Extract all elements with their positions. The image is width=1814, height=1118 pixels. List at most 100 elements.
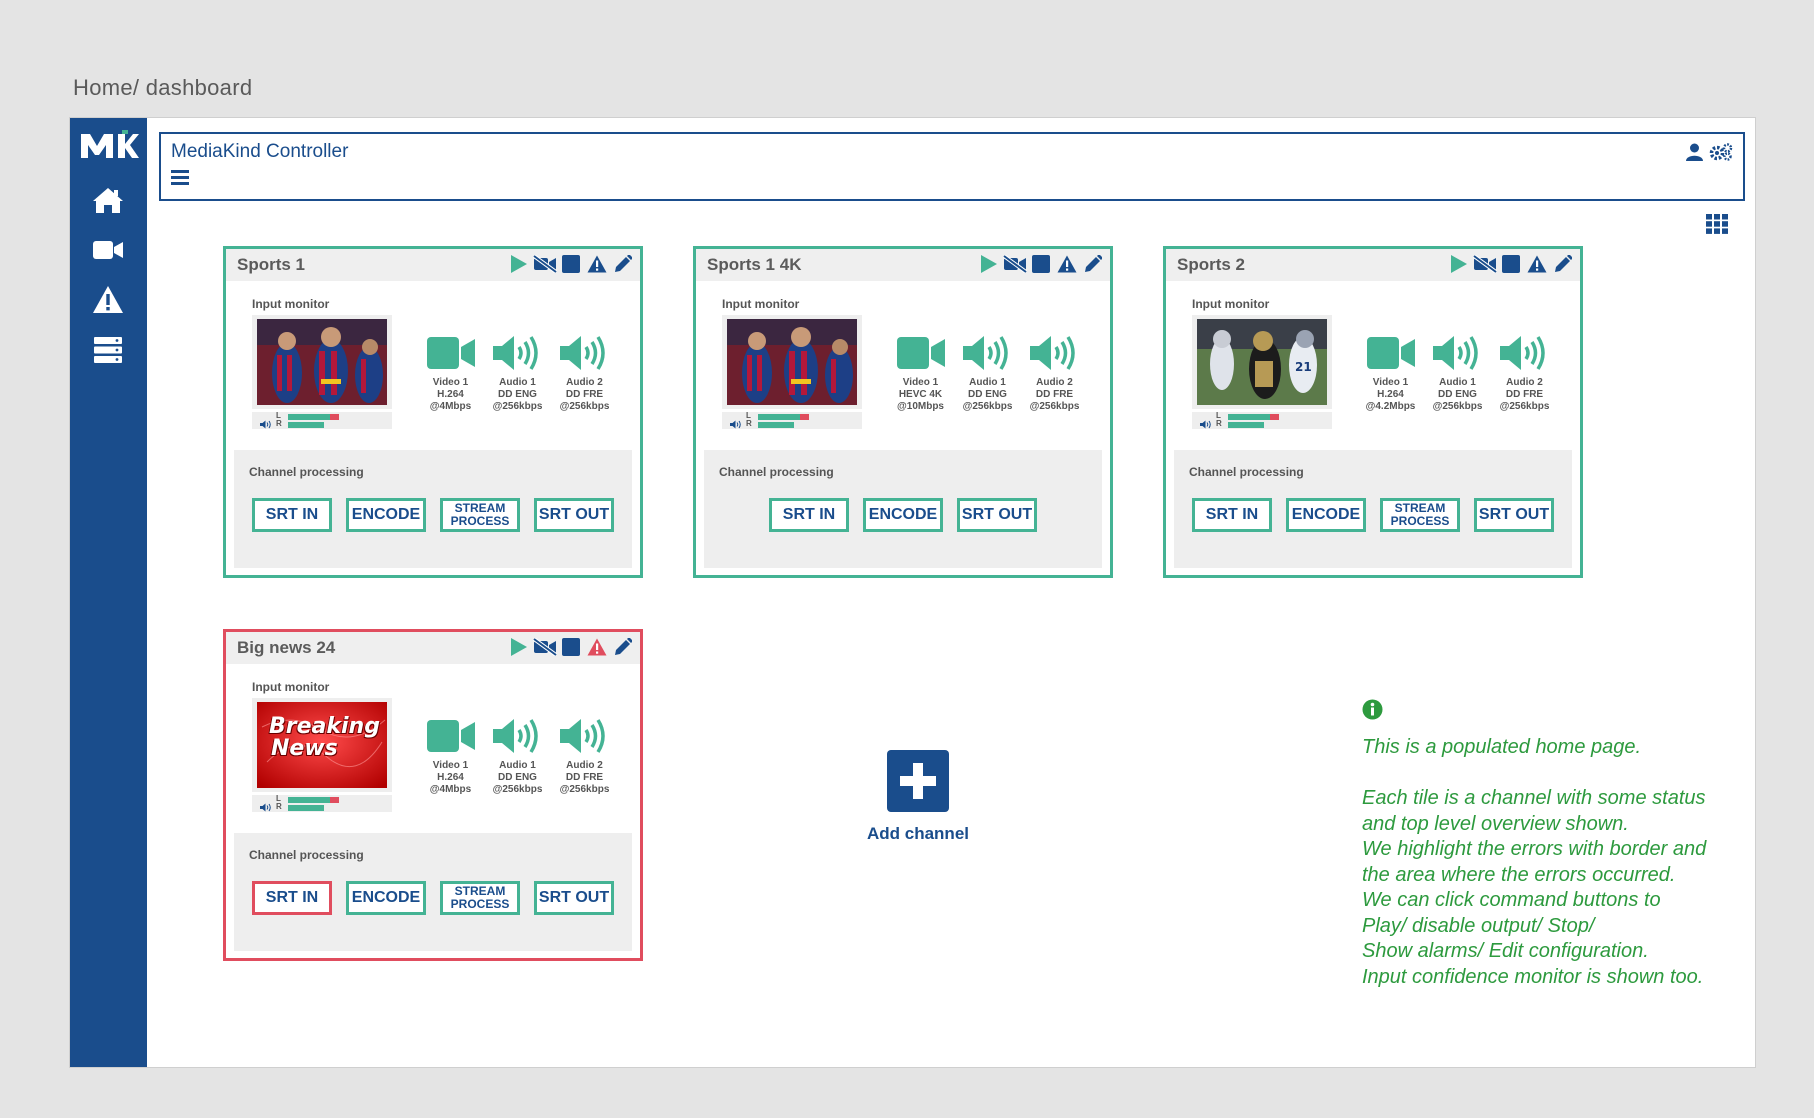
processing-step-srt-in[interactable]: SRT IN	[1192, 498, 1272, 532]
nav-video[interactable]	[88, 230, 128, 270]
processing-step-encode[interactable]: ENCODE	[346, 881, 426, 915]
play-icon	[510, 637, 528, 657]
pencil-icon	[1554, 255, 1572, 273]
stream-info: DD FRE	[1035, 389, 1074, 400]
breadcrumb: Home/ dashboard	[73, 75, 253, 100]
tile-header: Sports 2	[1166, 249, 1580, 281]
speaker-icon	[730, 416, 742, 434]
disable-output-button[interactable]	[533, 636, 557, 658]
disable-output-button[interactable]	[1003, 253, 1027, 275]
edit-button[interactable]	[612, 253, 634, 275]
settings-button[interactable]	[1709, 143, 1733, 166]
speaker-icon	[489, 329, 546, 377]
stream-item: Audio 2 DD FRE @256kbps	[556, 329, 613, 413]
stop-icon	[1032, 255, 1050, 273]
video-off-icon	[1473, 255, 1497, 273]
stream-info: @256kbps	[1432, 401, 1483, 412]
stream-info: Audio 1	[499, 760, 536, 771]
add-channel-button[interactable]: Add channel	[858, 750, 978, 844]
grid-view-button[interactable]	[1706, 214, 1728, 239]
processing-step-srt-in[interactable]: SRT IN	[252, 881, 332, 915]
processing-step-srt-out[interactable]: SRT OUT	[534, 881, 614, 915]
edit-button[interactable]	[1082, 253, 1104, 275]
user-icon	[1686, 143, 1703, 161]
stop-button[interactable]	[1030, 253, 1052, 275]
channel-processing: Channel processing SRT IN ENCODE STREAM PROC…	[1174, 450, 1572, 568]
stop-button[interactable]	[1500, 253, 1522, 275]
mediakind-logo[interactable]	[78, 128, 140, 167]
stream-info: DD FRE	[565, 772, 604, 783]
edit-button[interactable]	[1552, 253, 1574, 275]
stream-info: @256kbps	[492, 401, 543, 412]
meter-bar-left	[288, 797, 330, 803]
processing-step-stream-process[interactable]: STREAM PROCESS	[440, 498, 520, 532]
menu-button[interactable]	[171, 170, 189, 190]
stream-item: Audio 1 DD ENG @256kbps	[489, 329, 546, 413]
nav-servers[interactable]	[88, 330, 128, 370]
processing-step-stream-process[interactable]: STREAM PROCESS	[440, 881, 520, 915]
user-button[interactable]	[1686, 143, 1703, 166]
stream-info: DD ENG	[498, 389, 537, 400]
stream-info: @256kbps	[1029, 401, 1080, 412]
processing-step-srt-in[interactable]: SRT IN	[769, 498, 849, 532]
alarms-button[interactable]	[1526, 253, 1548, 275]
processing-step-stream-process[interactable]: STREAM PROCESS	[1380, 498, 1460, 532]
processing-step-srt-out[interactable]: SRT OUT	[534, 498, 614, 532]
processing-step-encode[interactable]: ENCODE	[863, 498, 943, 532]
alarms-button[interactable]	[1056, 253, 1078, 275]
meter-bar-right	[288, 422, 324, 428]
stream-list: Video 1 HEVC 4K @10Mbps Audio 1 DD ENG @256kb…	[892, 329, 1083, 413]
edit-button[interactable]	[612, 636, 634, 658]
disable-output-button[interactable]	[533, 253, 557, 275]
channel-tile: Sports 2 Input monitor 21 L R Video 1 H.264 @4.…	[1163, 246, 1583, 578]
play-button[interactable]	[978, 253, 1000, 275]
alarms-button[interactable]	[586, 636, 608, 658]
speaker-icon	[1026, 329, 1083, 377]
tile-header: Big news 24	[226, 632, 640, 664]
stream-item: Video 1 H.264 @4.2Mbps	[1362, 329, 1419, 413]
stream-item: Audio 2 DD FRE @256kbps	[1496, 329, 1553, 413]
stop-button[interactable]	[560, 636, 582, 658]
stream-info: @256kbps	[1499, 401, 1550, 412]
channel-tile: Sports 1 4K Input monitor L R Video 1 HEVC 4K…	[693, 246, 1113, 578]
processing-step-srt-out[interactable]: SRT OUT	[957, 498, 1037, 532]
stop-button[interactable]	[560, 253, 582, 275]
play-button[interactable]	[508, 636, 530, 658]
meter-bar-left	[1228, 414, 1270, 420]
processing-step-srt-in[interactable]: SRT IN	[252, 498, 332, 532]
stream-info: Video 1	[1372, 377, 1409, 388]
stream-info: @10Mbps	[897, 401, 944, 412]
input-monitor-label: Input monitor	[1192, 297, 1270, 311]
play-icon	[510, 254, 528, 274]
add-channel-label: Add channel	[866, 824, 969, 843]
disable-output-button[interactable]	[1473, 253, 1497, 275]
stream-info: Audio 1	[1439, 377, 1476, 388]
alarms-button[interactable]	[586, 253, 608, 275]
play-button[interactable]	[508, 253, 530, 275]
input-monitor	[252, 315, 392, 409]
processing-step-srt-out[interactable]: SRT OUT	[1474, 498, 1554, 532]
pencil-icon	[614, 638, 632, 656]
stream-info: @256kbps	[962, 401, 1013, 412]
audio-level-meter: LR	[252, 795, 392, 812]
play-button[interactable]	[1448, 253, 1470, 275]
processing-buttons: SRT IN ENCODE STREAM PROCESS SRT OUT	[1174, 498, 1572, 532]
input-monitor	[722, 315, 862, 409]
processing-step-encode[interactable]: ENCODE	[1286, 498, 1366, 532]
video-thumbnail	[257, 319, 387, 405]
nav-home[interactable]	[88, 180, 128, 220]
processing-buttons: SRT IN ENCODE STREAM PROCESS SRT OUT	[234, 498, 632, 532]
nav-alarms[interactable]	[88, 280, 128, 320]
stream-info: DD ENG	[968, 389, 1007, 400]
command-bar	[508, 253, 634, 275]
info-line: Show alarms/ Edit configuration.	[1362, 940, 1649, 962]
input-monitor-label: Input monitor	[252, 297, 330, 311]
stream-info: @256kbps	[492, 784, 543, 795]
stream-info: @4.2Mbps	[1365, 401, 1416, 412]
info-line: We highlight the errors with border and	[1362, 838, 1707, 860]
info-text: This is a populated home page. Each tile …	[1362, 735, 1752, 990]
processing-step-encode[interactable]: ENCODE	[346, 498, 426, 532]
video-camera-icon	[422, 712, 479, 760]
grid-icon	[1706, 214, 1728, 234]
stream-item: Audio 1 DD ENG @256kbps	[489, 712, 546, 796]
